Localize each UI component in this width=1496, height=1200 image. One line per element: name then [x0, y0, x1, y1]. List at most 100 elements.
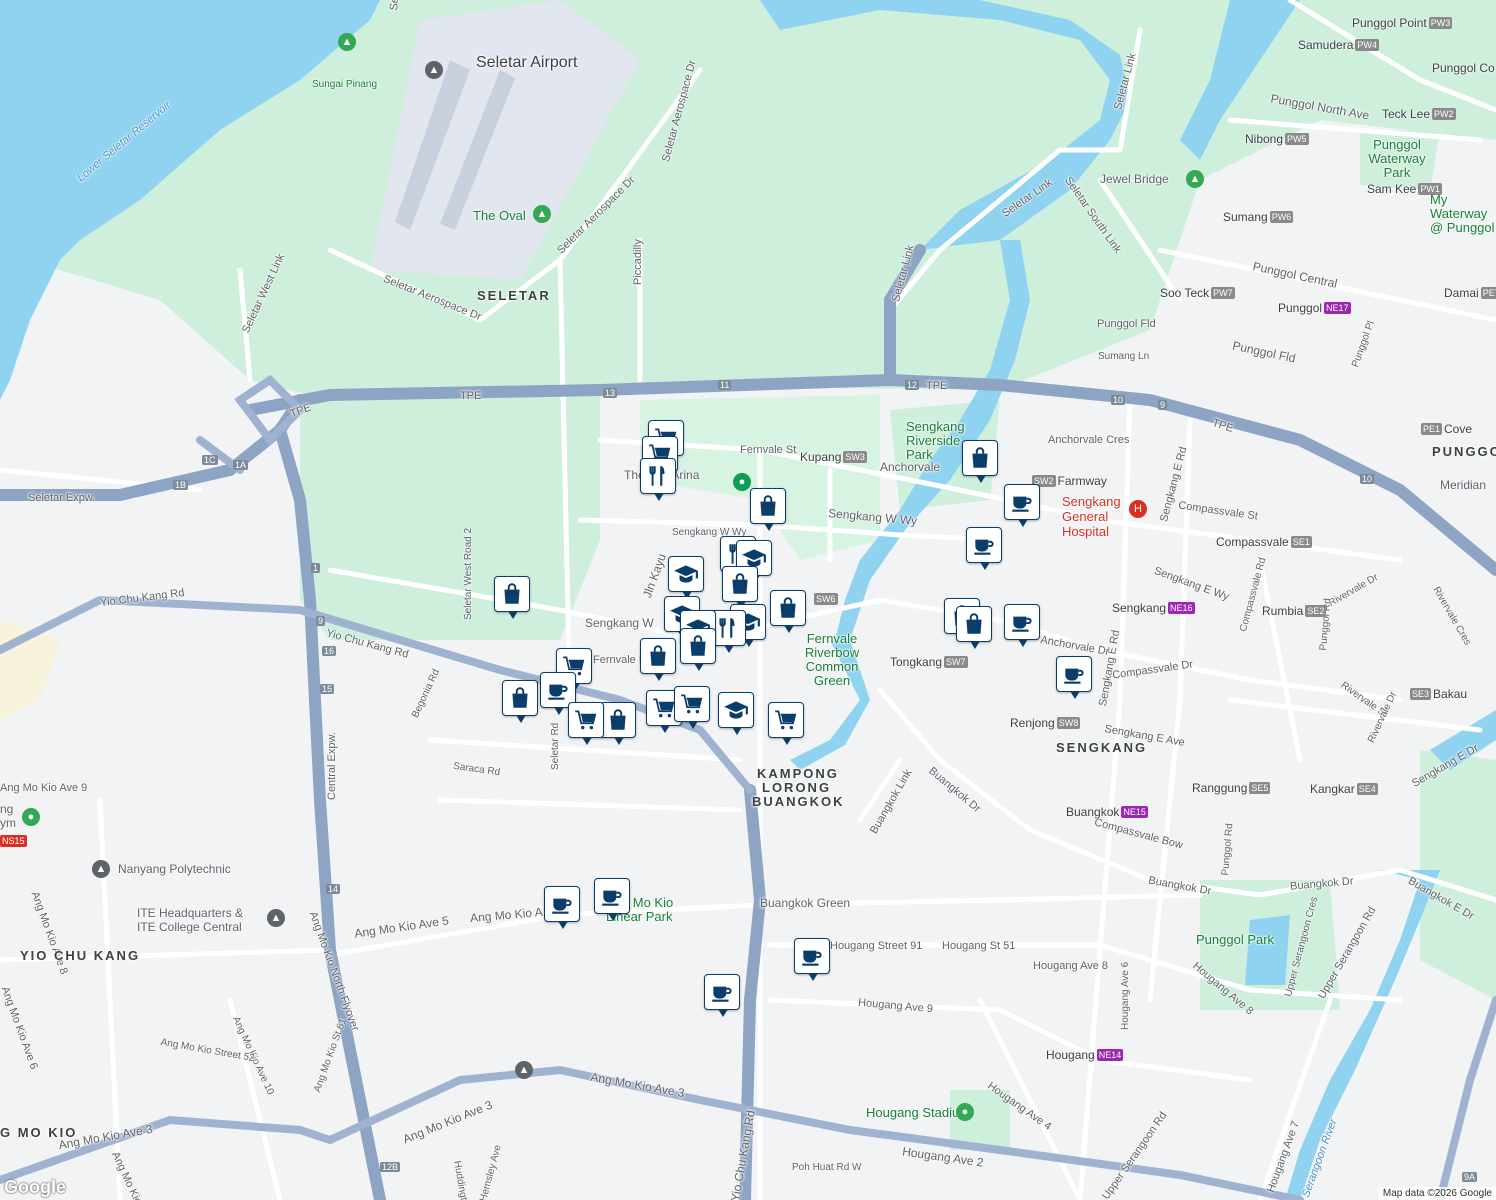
coffee-cup-icon [974, 539, 994, 555]
station-label[interactable]: Soo Teck PW7 [1160, 286, 1235, 300]
coffee-cup-icon [548, 684, 568, 700]
station-label[interactable]: DamaiPE7 [1444, 286, 1496, 300]
station-label[interactable]: Buangkok NE15 [1066, 805, 1148, 819]
station-label[interactable]: Renjong SW8 [1010, 716, 1081, 730]
sumang-ln-label: Sumang Ln [1098, 351, 1150, 362]
shopping-bag-icon [732, 573, 748, 594]
station-label[interactable]: Kangkar SE4 [1310, 782, 1378, 796]
map-marker-cafe[interactable] [794, 938, 830, 981]
park-icon[interactable]: ▲ [1186, 170, 1204, 188]
hougang-stadium-label: Hougang Stadium [866, 1105, 971, 1120]
station-label[interactable]: PE1 Cove [1421, 422, 1472, 436]
station-label[interactable]: Nibong PW5 [1245, 132, 1309, 146]
map-marker-shop[interactable] [722, 566, 758, 609]
station-label[interactable]: Sengkang NE16 [1112, 601, 1195, 615]
seletar-rd-label: Seletar Rd [550, 722, 561, 770]
gym-icon[interactable]: ● [22, 808, 40, 826]
shopping-bag-icon [504, 583, 520, 604]
hospital-icon[interactable]: H [1129, 500, 1147, 518]
coffee-cup-icon [712, 986, 732, 1002]
highway-shield: 1 [311, 563, 321, 573]
map-canvas[interactable]: Seletar Airport SELETAR Sungai Pinang Lo… [0, 0, 1496, 1200]
school-icon [674, 565, 698, 583]
map-marker-cafe[interactable] [544, 886, 580, 929]
map-marker-cafe[interactable] [1056, 656, 1092, 699]
park-icon[interactable]: ▲ [533, 205, 551, 223]
station-label[interactable]: Punggol Point PW3 [1352, 16, 1453, 30]
highway-shield: 12 [905, 380, 920, 390]
map-marker-shop[interactable] [494, 576, 530, 619]
highway-shield: 15 [320, 684, 335, 694]
map-marker-cart[interactable] [768, 702, 804, 745]
poh-huat-rd-w-label: Poh Huat Rd W [792, 1162, 862, 1173]
hougang-ave-8-label: Hougang Ave 8 [1033, 960, 1109, 972]
map-marker-cafe[interactable] [594, 878, 630, 921]
map-marker-shop[interactable] [502, 680, 538, 723]
map-marker-shop[interactable] [640, 638, 676, 681]
station-label[interactable]: Teck Lee PW2 [1382, 107, 1456, 121]
school-icon[interactable]: ▲ [267, 909, 285, 927]
map-marker-school[interactable] [668, 556, 704, 599]
my-waterway-label: My Waterway @ Punggol [1430, 192, 1495, 235]
shopping-bag-icon [512, 687, 528, 708]
map-attribution[interactable]: Map data ©2026 Google [1378, 1187, 1496, 1200]
stadium-icon[interactable]: ● [956, 1103, 974, 1121]
coffee-cup-icon [1064, 668, 1084, 684]
meridian-label: Meridian [1440, 478, 1487, 492]
station-label[interactable]: Hougang NE14 [1046, 1048, 1124, 1062]
highway-shield: 9 [316, 616, 326, 626]
station-label[interactable]: SW6 [814, 593, 838, 605]
grocery-cart-icon [681, 694, 703, 714]
school-icon[interactable]: ▲ [92, 860, 110, 878]
map-marker-shop[interactable] [680, 628, 716, 671]
station-label[interactable]: Sam Kee PW1 [1367, 182, 1442, 196]
google-logo: Google [4, 1177, 66, 1197]
school-icon[interactable]: ▲ [425, 61, 443, 79]
map-marker-shop[interactable] [962, 440, 998, 483]
station-label[interactable]: SW2 Farmway [1032, 474, 1107, 488]
shopping-bag-icon [972, 447, 988, 468]
highway-shield: 12B [380, 1162, 401, 1172]
station-label[interactable]: Samudera PW4 [1298, 38, 1379, 52]
map-marker-shop[interactable] [750, 488, 786, 531]
map-marker-school[interactable] [718, 692, 754, 735]
seletar-west-road-2-label: Seletar West Road 2 [463, 527, 474, 620]
gym-label-2: ym [0, 816, 16, 830]
shopping-bag-icon [610, 709, 626, 730]
map-marker-food[interactable] [640, 458, 676, 501]
map-marker-cafe[interactable] [704, 974, 740, 1017]
amk-ave-9-label: Ang Mo Kio Ave 9 [0, 782, 88, 794]
station-label[interactable]: Punggol Co [1432, 61, 1495, 75]
map-marker-cart[interactable] [568, 702, 604, 745]
station-label[interactable]: Kupang SW3 [800, 450, 867, 464]
map-marker-cart[interactable] [674, 686, 710, 729]
station-label[interactable]: NS15 [0, 835, 27, 847]
station-label[interactable]: Rumbia SE2 [1262, 604, 1327, 618]
gym-label: ng [0, 802, 14, 816]
sengkang-hospital-label: Sengkang General Hospital [1062, 494, 1121, 539]
station-label[interactable]: SE3 Bakau [1410, 687, 1467, 701]
venue-icon[interactable]: ● [733, 473, 751, 491]
map-marker-cafe[interactable] [966, 527, 1002, 570]
area-lorong: LORONG [762, 780, 832, 795]
park-icon[interactable]: ▲ [338, 33, 356, 51]
station-label[interactable]: Sumang PW6 [1223, 210, 1294, 224]
station-label[interactable]: Compassvale SE1 [1216, 535, 1312, 549]
coffee-cup-icon [1012, 616, 1032, 632]
punggol-fld-label: Punggol Fld [1097, 318, 1156, 330]
highway-shield: 11 [718, 380, 732, 390]
restaurant-icon [649, 466, 665, 486]
map-marker-shop[interactable] [770, 590, 806, 633]
map-marker-shop[interactable] [956, 606, 992, 649]
coffee-cup-icon [552, 898, 572, 914]
hougang-st-51-label: Hougang St 51 [942, 940, 1016, 952]
map-marker-shop[interactable] [600, 702, 636, 745]
map-marker-cafe[interactable] [1004, 604, 1040, 647]
station-label[interactable]: Tongkang SW7 [890, 655, 968, 669]
map-marker-cafe[interactable] [1004, 484, 1040, 527]
anchorvale-cres-label: Anchorvale Cres [1048, 434, 1130, 446]
station-label[interactable]: Ranggung SE5 [1192, 781, 1271, 795]
station-label[interactable]: Punggol NE17 [1278, 301, 1351, 315]
grocery-cart-icon [575, 710, 597, 730]
school-icon[interactable]: ▲ [515, 1061, 533, 1079]
